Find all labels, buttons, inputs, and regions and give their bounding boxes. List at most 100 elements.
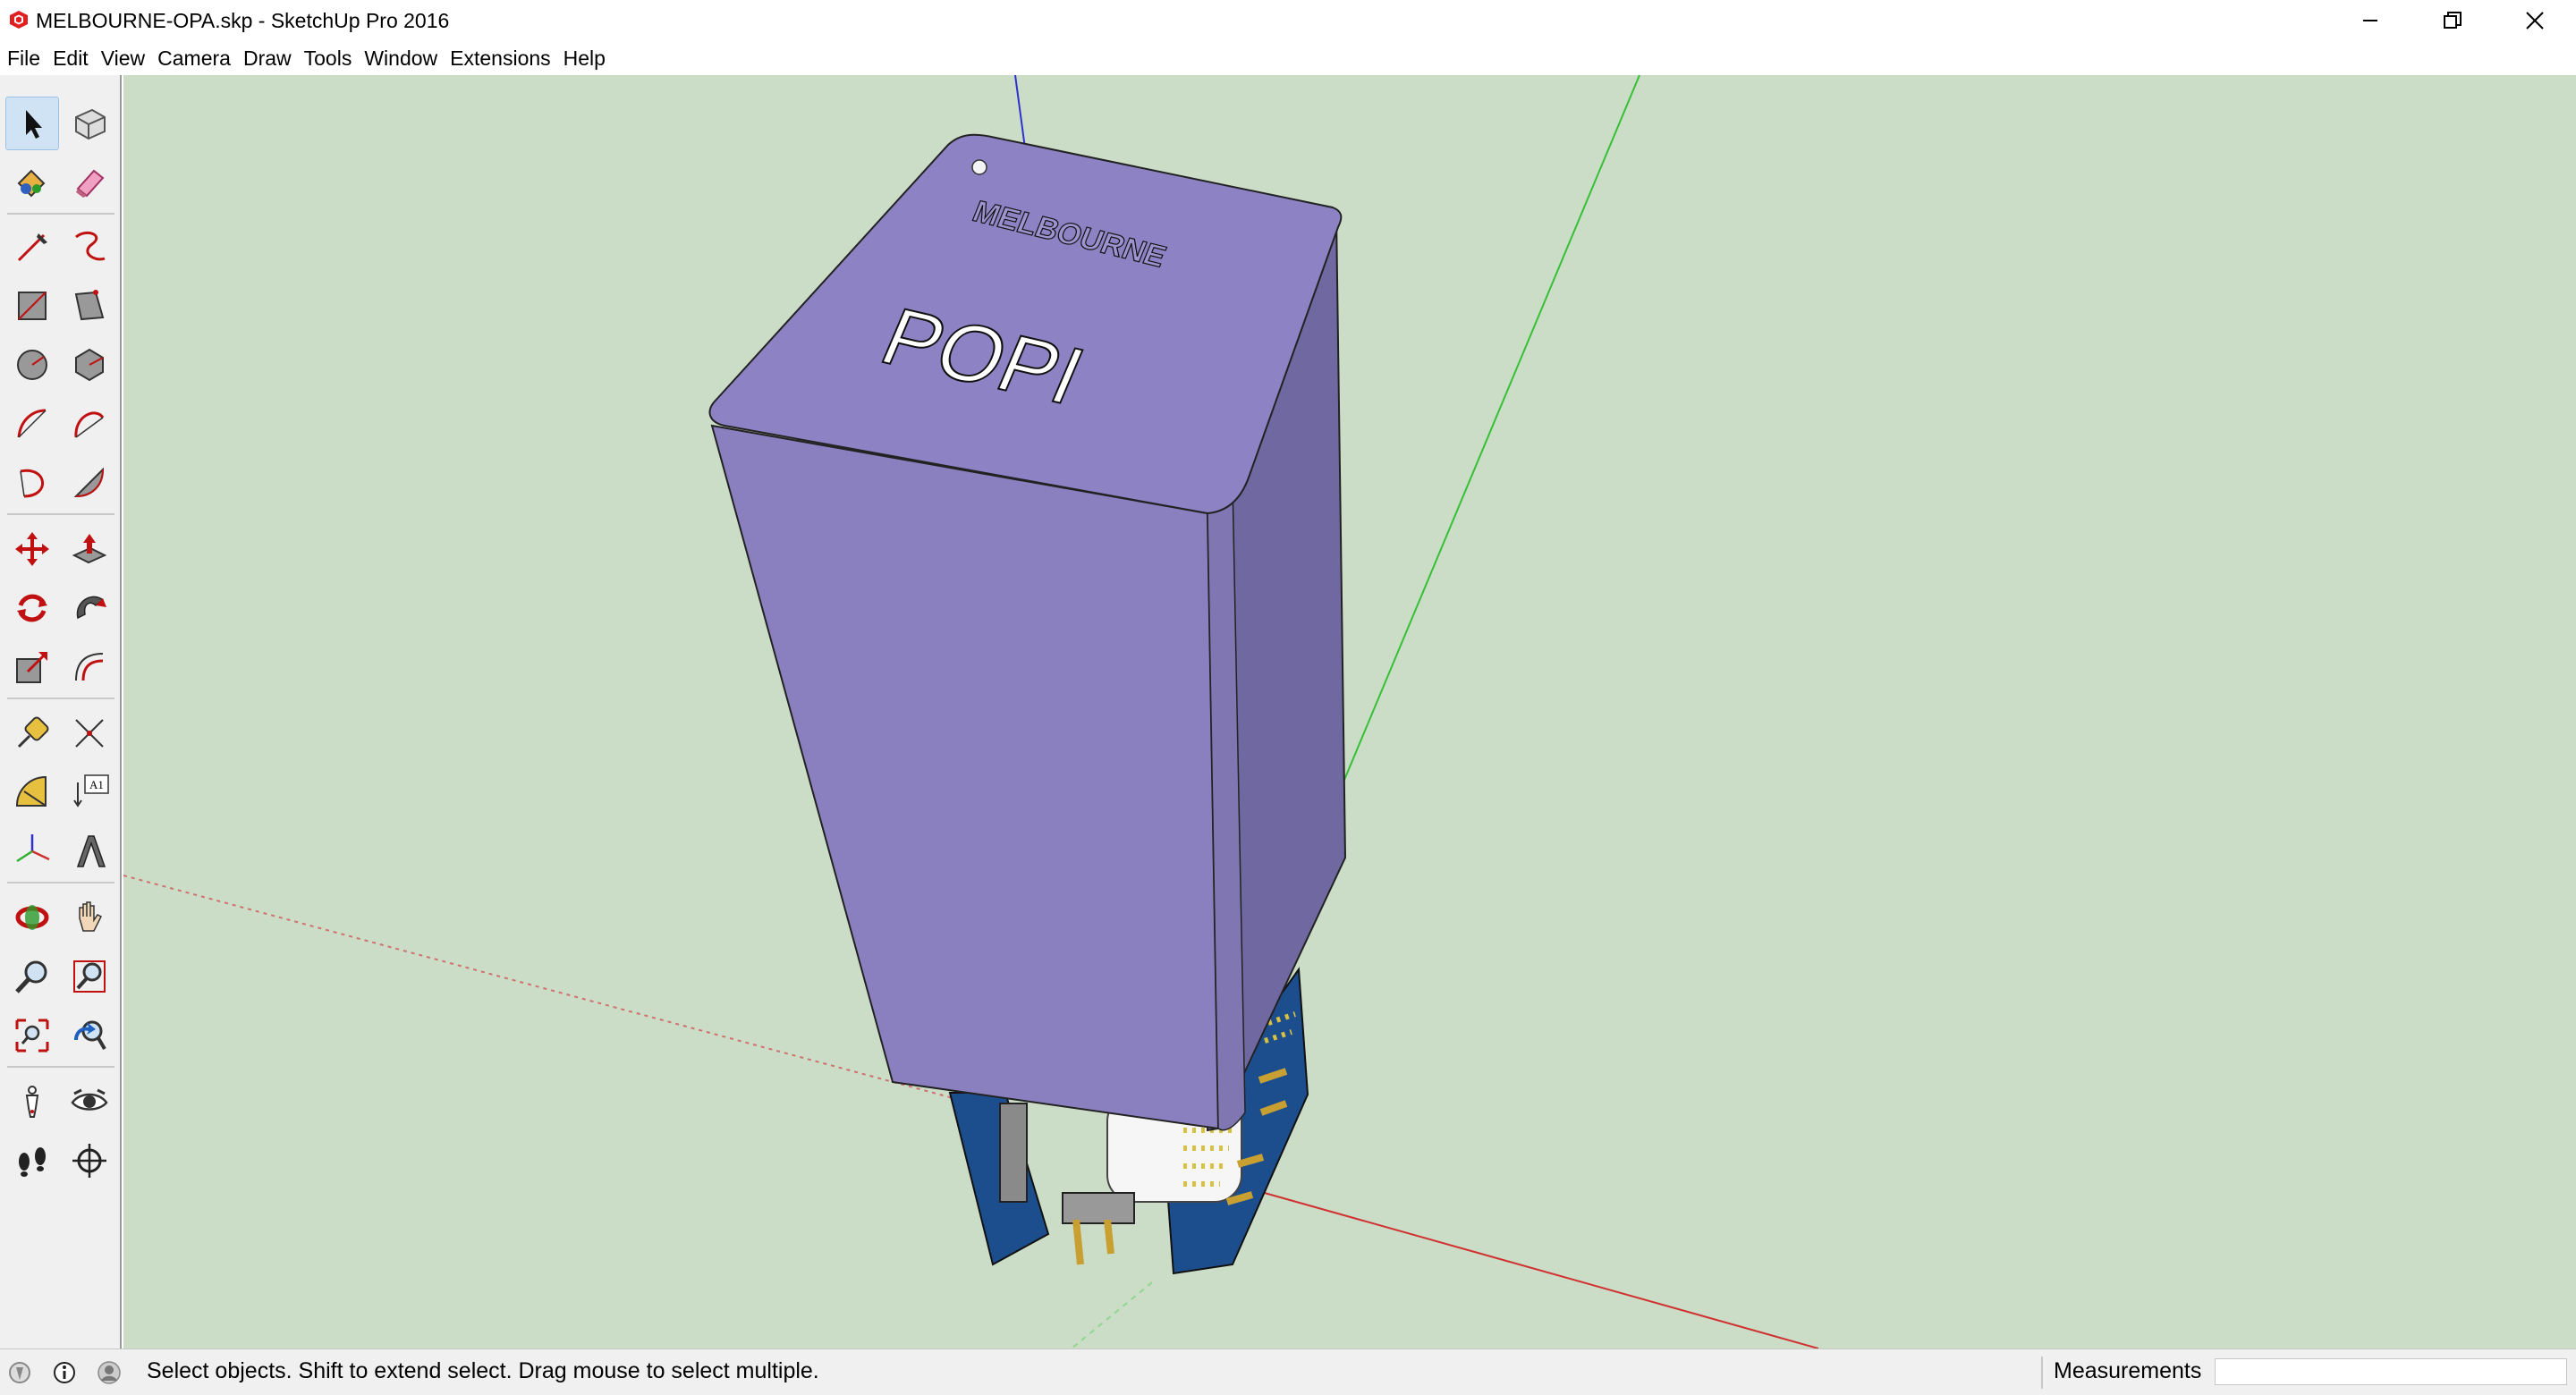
close-icon xyxy=(2526,12,2544,30)
restore-icon xyxy=(2444,12,2462,29)
text-icon: A1 xyxy=(73,774,109,807)
pan-icon xyxy=(79,901,103,932)
toolbar-separator xyxy=(7,882,114,884)
rectangle-tool-button[interactable] xyxy=(5,279,59,333)
scene-canvas[interactable]: MELBOURNE POPI xyxy=(123,75,2576,1348)
rotated-rectangle-icon xyxy=(74,290,105,321)
title-bar: MELBOURNE-OPA.skp - SketchUp Pro 2016 xyxy=(0,0,2576,41)
eraser-icon xyxy=(76,169,105,198)
previous-view-tool-button[interactable] xyxy=(63,1009,116,1062)
toolbar-separator xyxy=(7,213,114,215)
model-viewport[interactable]: MELBOURNE POPI xyxy=(123,75,2576,1348)
push-pull-icon xyxy=(72,534,107,564)
look-around-tool-button[interactable] xyxy=(63,1075,116,1129)
paint-bucket-tool-button[interactable] xyxy=(5,156,59,209)
protractor-icon xyxy=(15,775,47,807)
geo-location-icon[interactable] xyxy=(7,1360,32,1385)
walk-icon xyxy=(19,1147,46,1177)
toolbar-separator xyxy=(7,513,114,515)
menu-draw[interactable]: Draw xyxy=(238,41,297,75)
freehand-tool-button[interactable] xyxy=(63,220,116,274)
freehand-icon xyxy=(75,232,106,261)
rotated-rectangle-tool-button[interactable] xyxy=(63,279,116,333)
menu-camera[interactable]: Camera xyxy=(152,41,236,75)
paint-bucket-icon xyxy=(17,169,46,198)
position-camera-icon xyxy=(25,1086,39,1118)
follow-me-tool-button[interactable] xyxy=(63,581,116,635)
arc-tool-button[interactable] xyxy=(5,397,59,451)
rectangle-icon xyxy=(18,292,47,320)
offset-tool-button[interactable] xyxy=(63,640,116,694)
circle-tool-button[interactable] xyxy=(5,338,59,392)
position-camera-tool-button[interactable] xyxy=(5,1075,59,1129)
pie-tool-button[interactable] xyxy=(63,456,116,510)
scale-tool-button[interactable] xyxy=(5,640,59,694)
rotate-tool-button[interactable] xyxy=(5,581,59,635)
zoom-tool-button[interactable] xyxy=(5,950,59,1003)
pie-icon xyxy=(73,467,105,498)
close-button[interactable] xyxy=(2494,0,2576,41)
three-point-arc-tool-button[interactable] xyxy=(5,456,59,510)
axes-icon xyxy=(16,834,50,863)
move-icon xyxy=(15,532,49,566)
window-title: MELBOURNE-OPA.skp - SketchUp Pro 2016 xyxy=(36,9,450,32)
minimize-button[interactable] xyxy=(2329,0,2411,41)
menu-view[interactable]: View xyxy=(96,41,150,75)
eraser-tool-button[interactable] xyxy=(63,156,116,209)
toolbar-separator xyxy=(7,698,114,699)
toolbar-separator xyxy=(7,1066,114,1068)
red-axis xyxy=(1232,1183,1819,1348)
rotate-icon xyxy=(17,594,47,622)
3d-text-icon xyxy=(76,835,106,867)
protractor-tool-button[interactable] xyxy=(5,765,59,819)
green-axis xyxy=(1339,75,1640,791)
popi-enclosure[interactable]: MELBOURNE POPI xyxy=(708,133,1347,1132)
dimension-tool-button[interactable] xyxy=(63,706,116,760)
section-plane-tool-button[interactable] xyxy=(63,1134,116,1188)
walk-tool-button[interactable] xyxy=(5,1134,59,1188)
zoom-extents-tool-button[interactable] xyxy=(5,1009,59,1062)
two-point-arc-icon xyxy=(74,411,105,438)
menu-window[interactable]: Window xyxy=(359,41,443,75)
zoom-icon xyxy=(15,960,47,993)
user-account-icon[interactable] xyxy=(97,1360,122,1385)
follow-me-icon xyxy=(76,596,106,620)
zoom-extents-icon xyxy=(15,1019,49,1053)
three-point-arc-icon xyxy=(20,469,44,498)
push-pull-tool-button[interactable] xyxy=(63,522,116,576)
make-component-icon xyxy=(75,108,106,140)
green-axis-dashed xyxy=(1071,1281,1153,1348)
orbit-tool-button[interactable] xyxy=(5,891,59,944)
menu-tools[interactable]: Tools xyxy=(299,41,358,75)
tape-measure-tool-button[interactable] xyxy=(5,706,59,760)
3d-text-tool-button[interactable] xyxy=(63,824,116,878)
menu-edit[interactable]: Edit xyxy=(47,41,94,75)
select-tool-button[interactable] xyxy=(5,97,59,150)
make-component-tool-button[interactable] xyxy=(63,97,116,150)
polygon-tool-button[interactable] xyxy=(63,338,116,392)
minimize-icon xyxy=(2363,20,2377,21)
scale-icon xyxy=(16,652,47,683)
zoom-window-tool-button[interactable] xyxy=(63,950,116,1003)
info-icon[interactable] xyxy=(52,1360,77,1385)
section-plane-icon xyxy=(72,1144,106,1178)
move-tool-button[interactable] xyxy=(5,522,59,576)
measurements-input[interactable] xyxy=(2215,1358,2567,1385)
offset-icon xyxy=(75,653,104,681)
two-point-arc-tool-button[interactable] xyxy=(63,397,116,451)
pan-tool-button[interactable] xyxy=(63,891,116,944)
axes-tool-button[interactable] xyxy=(5,824,59,878)
svg-text:A1: A1 xyxy=(89,778,104,791)
restore-button[interactable] xyxy=(2411,0,2494,41)
circle-icon xyxy=(17,350,47,380)
text-tool-button[interactable]: A1 xyxy=(63,765,116,819)
orbit-icon xyxy=(15,905,49,930)
tape-measure-icon xyxy=(17,716,49,748)
menu-file[interactable]: File xyxy=(2,41,46,75)
line-tool-button[interactable] xyxy=(5,220,59,274)
sketchup-logo-icon xyxy=(10,11,28,29)
menu-help[interactable]: Help xyxy=(558,41,611,75)
line-icon xyxy=(17,233,47,262)
menu-extensions[interactable]: Extensions xyxy=(445,41,556,75)
status-message: Select objects. Shift to extend select. … xyxy=(147,1358,819,1383)
